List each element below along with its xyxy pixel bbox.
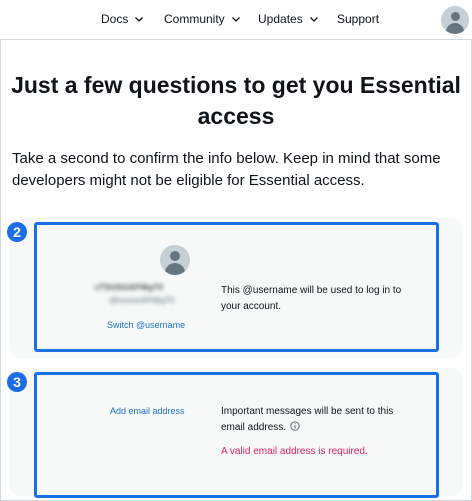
- nav-updates-label: Updates: [258, 12, 303, 26]
- avatar-body-shape: [446, 23, 464, 34]
- step-2-highlight: [34, 222, 439, 352]
- avatar-head-shape: [450, 12, 460, 21]
- chevron-down-icon: [135, 17, 144, 22]
- nav-support-label: Support: [337, 12, 380, 26]
- page-title: Just a few questions to get you Essentia…: [11, 72, 461, 129]
- intro-text: Take a second to confirm the info below.…: [12, 150, 441, 189]
- nav-support[interactable]: Support: [337, 12, 379, 26]
- chevron-down-icon: [231, 17, 240, 22]
- step-badge-2: 2: [7, 222, 27, 242]
- nav-docs-label: Docs: [101, 12, 129, 26]
- top-navigation: Docs Community Updates Support: [0, 0, 472, 40]
- step-badge-3: 3: [7, 372, 27, 392]
- user-avatar-button[interactable]: [441, 6, 469, 34]
- chevron-down-icon: [309, 17, 318, 22]
- nav-updates[interactable]: Updates: [258, 12, 319, 26]
- nav-docs[interactable]: Docs: [101, 12, 144, 26]
- step-3-highlight: [34, 372, 439, 498]
- nav-community[interactable]: Community: [164, 12, 241, 26]
- nav-community-label: Community: [164, 12, 225, 26]
